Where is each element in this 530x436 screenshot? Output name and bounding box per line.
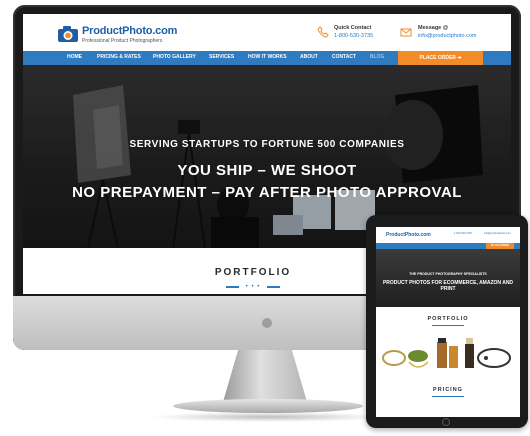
monitor-stand [223, 350, 307, 402]
nav-how-it-works[interactable]: HOW IT WORKS [248, 54, 287, 60]
nav-about[interactable]: ABOUT [300, 54, 318, 60]
site-logo-text[interactable]: ProductPhoto.com [82, 25, 177, 37]
nav-services[interactable]: SERVICES [209, 54, 234, 60]
tablet-hero-tagline: THE PRODUCT PHOTOGRAPHY SPECIALISTS [409, 272, 487, 276]
tablet-screen: ProductPhoto.com 1-800-530-3735 info@pro… [376, 227, 520, 417]
tablet-home-button[interactable] [442, 418, 450, 426]
site-header: ProductPhoto.com Professional Product Ph… [23, 14, 511, 51]
stand-shadow [150, 412, 386, 422]
hero-subheadline: NO PREPAYMENT – PAY AFTER PHOTO APPROVAL [72, 184, 462, 201]
tablet-email-link[interactable]: info@productphoto.com [484, 232, 511, 235]
tablet-hero-headline: PRODUCT PHOTOS FOR ECOMMERCE, AMAZON AND… [382, 280, 514, 292]
monitor-apple-logo-icon [262, 318, 272, 328]
monitor-stand-base [173, 399, 363, 413]
tablet-site-header: ProductPhoto.com 1-800-530-3735 info@pro… [376, 227, 520, 243]
email-link[interactable]: info@productphoto.com [418, 33, 476, 39]
envelope-icon [400, 28, 412, 37]
nav-photo-gallery[interactable]: PHOTO GALLERY [153, 54, 196, 60]
tablet-phone-link[interactable]: 1-800-530-3735 [454, 232, 472, 235]
tablet-portfolio-divider [432, 325, 464, 326]
message-label: Message @ [418, 25, 449, 31]
hero-headline: YOU SHIP – WE SHOOT [177, 162, 357, 179]
nav-pricing-rates[interactable]: PRICING & RATES [97, 54, 141, 60]
tablet-pricing-heading: PRICING [433, 387, 463, 393]
tablet-pricing-divider [432, 396, 464, 397]
place-order-button[interactable]: PLACE ORDER ➔ [398, 51, 483, 65]
phone-icon [317, 26, 329, 38]
portfolio-divider-dots: • • • [239, 284, 267, 290]
arrow-right-icon: ➔ [457, 55, 462, 61]
site-logo-tagline: Professional Product Photographers [82, 38, 163, 44]
nav-blog[interactable]: BLOG [370, 54, 384, 60]
product-photo-logo-icon[interactable] [57, 25, 79, 43]
place-order-label: PLACE ORDER [419, 55, 456, 61]
tablet-portfolio-heading: PORTFOLIO [427, 316, 469, 322]
nav-contact[interactable]: CONTACT [332, 54, 356, 60]
quick-contact: Quick Contact 1-800-530-3735 [334, 25, 373, 39]
phone-number-link[interactable]: 1-800-530-3735 [334, 33, 373, 39]
tablet-portfolio-products-image[interactable] [382, 332, 514, 377]
nav-home[interactable]: HOME [67, 54, 82, 60]
hero-tagline: SERVING STARTUPS TO FORTUNE 500 COMPANIE… [129, 139, 405, 150]
tablet-hero-banner [376, 249, 520, 307]
message-contact: Message @ info@productphoto.com [418, 25, 476, 39]
tablet-site-logo[interactable]: ProductPhoto.com [386, 232, 431, 238]
quick-contact-label: Quick Contact [334, 25, 372, 31]
